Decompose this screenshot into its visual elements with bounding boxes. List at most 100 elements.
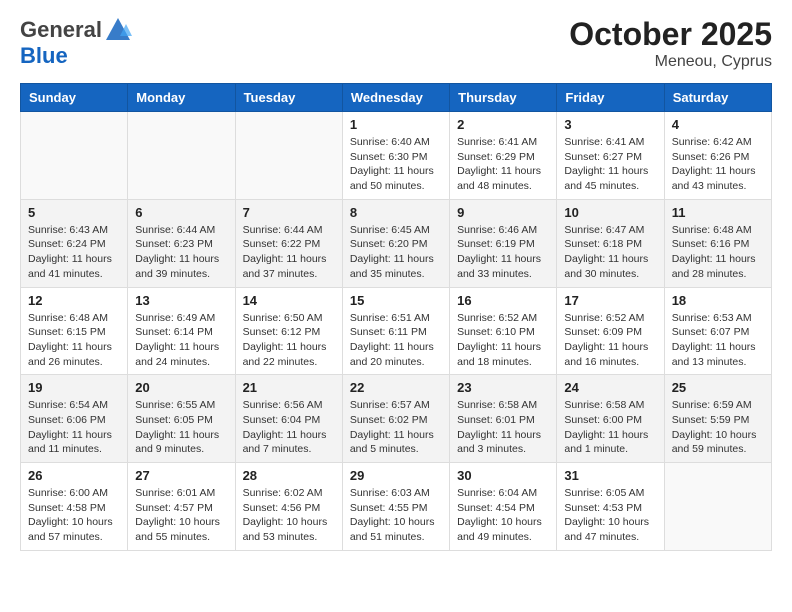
day-number: 15 <box>350 293 442 308</box>
col-sunday: Sunday <box>21 84 128 112</box>
day-number: 3 <box>564 117 656 132</box>
day-number: 24 <box>564 380 656 395</box>
day-info: Sunrise: 6:48 AM Sunset: 6:15 PM Dayligh… <box>28 311 120 370</box>
calendar-cell: 18 Sunrise: 6:53 AM Sunset: 6:07 PM Dayli… <box>664 287 771 375</box>
day-info: Sunrise: 6:01 AM Sunset: 4:57 PM Dayligh… <box>135 486 227 545</box>
calendar-cell: 23 Sunrise: 6:58 AM Sunset: 6:01 PM Dayli… <box>450 375 557 463</box>
day-info: Sunrise: 6:54 AM Sunset: 6:06 PM Dayligh… <box>28 398 120 457</box>
calendar-cell: 28Sunrise: 6:02 AM Sunset: 4:56 PM Dayli… <box>235 463 342 551</box>
logo: General Blue <box>20 16 132 68</box>
calendar-cell: 10 Sunrise: 6:47 AM Sunset: 6:18 PM Dayli… <box>557 199 664 287</box>
calendar-table: Sunday Monday Tuesday Wednesday Thursday… <box>20 83 772 551</box>
calendar-cell: 9 Sunrise: 6:46 AM Sunset: 6:19 PM Daylig… <box>450 199 557 287</box>
location: Meneou, Cyprus <box>569 53 772 71</box>
day-info: Sunrise: 6:04 AM Sunset: 4:54 PM Dayligh… <box>457 486 549 545</box>
day-number: 23 <box>457 380 549 395</box>
day-number: 6 <box>135 205 227 220</box>
calendar-cell: 13 Sunrise: 6:49 AM Sunset: 6:14 PM Dayli… <box>128 287 235 375</box>
calendar-cell <box>128 112 235 200</box>
calendar-cell: 27Sunrise: 6:01 AM Sunset: 4:57 PM Dayli… <box>128 463 235 551</box>
day-info: Sunrise: 6:59 AM Sunset: 5:59 PM Dayligh… <box>672 398 764 457</box>
calendar-cell: 26Sunrise: 6:00 AM Sunset: 4:58 PM Dayli… <box>21 463 128 551</box>
calendar-cell: 7Sunrise: 6:44 AM Sunset: 6:22 PM Daylig… <box>235 199 342 287</box>
day-info: Sunrise: 6:58 AM Sunset: 6:01 PM Dayligh… <box>457 398 549 457</box>
day-info: Sunrise: 6:44 AM Sunset: 6:22 PM Dayligh… <box>243 223 335 282</box>
calendar-cell: 16Sunrise: 6:52 AM Sunset: 6:10 PM Dayli… <box>450 287 557 375</box>
day-info: Sunrise: 6:49 AM Sunset: 6:14 PM Dayligh… <box>135 311 227 370</box>
day-number: 16 <box>457 293 549 308</box>
day-info: Sunrise: 6:46 AM Sunset: 6:19 PM Dayligh… <box>457 223 549 282</box>
calendar-cell: 11Sunrise: 6:48 AM Sunset: 6:16 PM Dayli… <box>664 199 771 287</box>
calendar-cell: 8Sunrise: 6:45 AM Sunset: 6:20 PM Daylig… <box>342 199 449 287</box>
day-number: 2 <box>457 117 549 132</box>
month-title: October 2025 <box>569 16 772 53</box>
day-info: Sunrise: 6:02 AM Sunset: 4:56 PM Dayligh… <box>243 486 335 545</box>
calendar-cell: 14 Sunrise: 6:50 AM Sunset: 6:12 PM Dayli… <box>235 287 342 375</box>
day-info: Sunrise: 6:41 AM Sunset: 6:29 PM Dayligh… <box>457 135 549 194</box>
col-monday: Monday <box>128 84 235 112</box>
day-number: 18 <box>672 293 764 308</box>
day-info: Sunrise: 6:43 AM Sunset: 6:24 PM Dayligh… <box>28 223 120 282</box>
calendar-cell <box>21 112 128 200</box>
calendar-cell: 31 Sunrise: 6:05 AM Sunset: 4:53 PM Dayli… <box>557 463 664 551</box>
header: General Blue October 2025 Meneou, Cyprus <box>20 16 772 71</box>
calendar-cell: 15 Sunrise: 6:51 AM Sunset: 6:11 PM Dayli… <box>342 287 449 375</box>
day-info: Sunrise: 6:05 AM Sunset: 4:53 PM Dayligh… <box>564 486 656 545</box>
calendar-week-row-5: 26Sunrise: 6:00 AM Sunset: 4:58 PM Dayli… <box>21 463 772 551</box>
day-number: 9 <box>457 205 549 220</box>
day-info: Sunrise: 6:52 AM Sunset: 6:09 PM Dayligh… <box>564 311 656 370</box>
day-number: 14 <box>243 293 335 308</box>
day-number: 10 <box>564 205 656 220</box>
calendar-cell: 4 Sunrise: 6:42 AM Sunset: 6:26 PM Daylig… <box>664 112 771 200</box>
col-tuesday: Tuesday <box>235 84 342 112</box>
day-number: 31 <box>564 468 656 483</box>
day-number: 25 <box>672 380 764 395</box>
day-number: 21 <box>243 380 335 395</box>
calendar-cell: 25 Sunrise: 6:59 AM Sunset: 5:59 PM Dayli… <box>664 375 771 463</box>
day-info: Sunrise: 6:53 AM Sunset: 6:07 PM Dayligh… <box>672 311 764 370</box>
day-number: 22 <box>350 380 442 395</box>
day-number: 4 <box>672 117 764 132</box>
col-thursday: Thursday <box>450 84 557 112</box>
day-info: Sunrise: 6:48 AM Sunset: 6:16 PM Dayligh… <box>672 223 764 282</box>
day-info: Sunrise: 6:55 AM Sunset: 6:05 PM Dayligh… <box>135 398 227 457</box>
calendar-cell: 29Sunrise: 6:03 AM Sunset: 4:55 PM Dayli… <box>342 463 449 551</box>
day-info: Sunrise: 6:50 AM Sunset: 6:12 PM Dayligh… <box>243 311 335 370</box>
calendar-cell: 5 Sunrise: 6:43 AM Sunset: 6:24 PM Daylig… <box>21 199 128 287</box>
calendar-cell: 12 Sunrise: 6:48 AM Sunset: 6:15 PM Dayli… <box>21 287 128 375</box>
day-number: 19 <box>28 380 120 395</box>
calendar-cell: 17 Sunrise: 6:52 AM Sunset: 6:09 PM Dayli… <box>557 287 664 375</box>
day-number: 5 <box>28 205 120 220</box>
day-number: 13 <box>135 293 227 308</box>
day-number: 20 <box>135 380 227 395</box>
calendar-cell: 22 Sunrise: 6:57 AM Sunset: 6:02 PM Dayli… <box>342 375 449 463</box>
day-number: 30 <box>457 468 549 483</box>
calendar-week-row-1: 1 Sunrise: 6:40 AM Sunset: 6:30 PM Daylig… <box>21 112 772 200</box>
day-info: Sunrise: 6:58 AM Sunset: 6:00 PM Dayligh… <box>564 398 656 457</box>
day-info: Sunrise: 6:47 AM Sunset: 6:18 PM Dayligh… <box>564 223 656 282</box>
calendar-cell: 20 Sunrise: 6:55 AM Sunset: 6:05 PM Dayli… <box>128 375 235 463</box>
calendar-cell: 21Sunrise: 6:56 AM Sunset: 6:04 PM Dayli… <box>235 375 342 463</box>
col-saturday: Saturday <box>664 84 771 112</box>
calendar-cell: 6 Sunrise: 6:44 AM Sunset: 6:23 PM Daylig… <box>128 199 235 287</box>
calendar-cell: 19 Sunrise: 6:54 AM Sunset: 6:06 PM Dayli… <box>21 375 128 463</box>
day-number: 29 <box>350 468 442 483</box>
day-info: Sunrise: 6:42 AM Sunset: 6:26 PM Dayligh… <box>672 135 764 194</box>
day-number: 12 <box>28 293 120 308</box>
calendar-cell <box>664 463 771 551</box>
logo-general: General <box>20 18 102 42</box>
day-info: Sunrise: 6:51 AM Sunset: 6:11 PM Dayligh… <box>350 311 442 370</box>
calendar-cell: 30 Sunrise: 6:04 AM Sunset: 4:54 PM Dayli… <box>450 463 557 551</box>
day-number: 17 <box>564 293 656 308</box>
day-info: Sunrise: 6:40 AM Sunset: 6:30 PM Dayligh… <box>350 135 442 194</box>
col-friday: Friday <box>557 84 664 112</box>
day-info: Sunrise: 6:00 AM Sunset: 4:58 PM Dayligh… <box>28 486 120 545</box>
calendar-week-row-2: 5 Sunrise: 6:43 AM Sunset: 6:24 PM Daylig… <box>21 199 772 287</box>
logo-icon <box>104 16 132 44</box>
calendar-cell <box>235 112 342 200</box>
day-number: 1 <box>350 117 442 132</box>
calendar-cell: 1 Sunrise: 6:40 AM Sunset: 6:30 PM Daylig… <box>342 112 449 200</box>
day-info: Sunrise: 6:44 AM Sunset: 6:23 PM Dayligh… <box>135 223 227 282</box>
calendar-week-row-4: 19 Sunrise: 6:54 AM Sunset: 6:06 PM Dayli… <box>21 375 772 463</box>
day-info: Sunrise: 6:57 AM Sunset: 6:02 PM Dayligh… <box>350 398 442 457</box>
